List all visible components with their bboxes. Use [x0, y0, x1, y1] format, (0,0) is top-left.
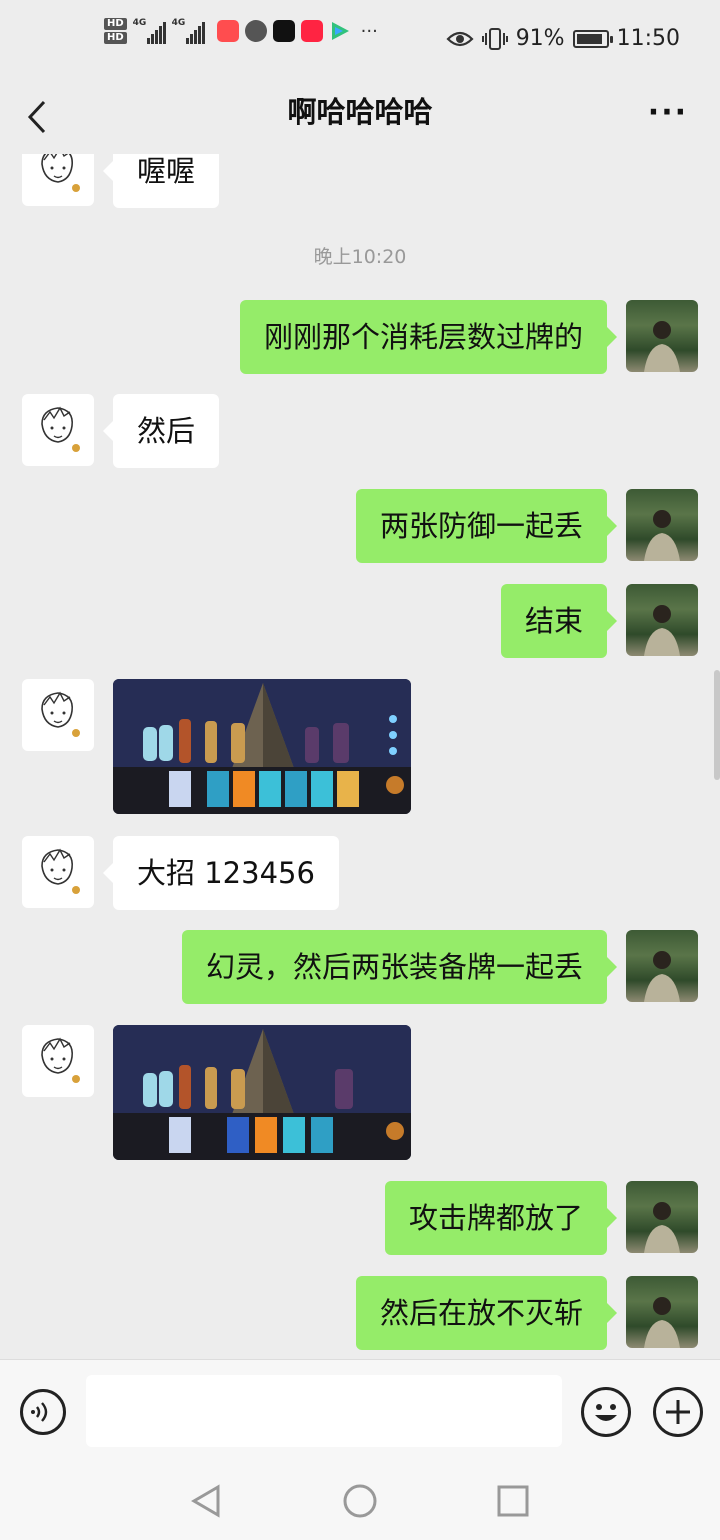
signal-1-icon: 4G	[133, 18, 166, 44]
system-back-icon[interactable]	[188, 1483, 224, 1519]
kuaishou-app-icon	[216, 20, 239, 42]
more-notifications-icon: ···	[360, 20, 378, 42]
aperture-app-icon	[244, 20, 267, 42]
eye-comfort-icon	[446, 31, 474, 46]
voice-input-button[interactable]	[20, 1389, 66, 1435]
hd-2-label: HD	[104, 32, 127, 44]
message-timestamp: 晚上10:20	[313, 246, 407, 268]
friend-avatar[interactable]	[22, 679, 94, 751]
system-navigation-bar	[0, 1459, 720, 1540]
cartoon-boy-icon	[41, 154, 80, 192]
cartoon-boy-icon	[41, 848, 80, 894]
message-bubble-outgoing[interactable]: 两张防御一起丢	[355, 489, 618, 563]
message-bubble-outgoing[interactable]: 刚刚那个消耗层数过牌的	[239, 300, 618, 374]
message-bubble-incoming[interactable]: 然后	[102, 394, 220, 468]
hd-indicator: HD HD	[104, 18, 127, 44]
cartoon-boy-icon	[41, 1037, 80, 1083]
network-1-label: 4G	[132, 18, 147, 28]
message-bubble-outgoing[interactable]: 结束	[500, 584, 618, 658]
my-avatar[interactable]	[626, 489, 698, 561]
my-avatar[interactable]	[626, 300, 698, 372]
xiaohongshu-app-icon	[300, 20, 323, 42]
friend-avatar[interactable]	[22, 1025, 94, 1097]
voice-wave-icon	[31, 1402, 48, 1422]
signal-2-icon: 4G	[172, 18, 205, 44]
my-avatar[interactable]	[626, 1276, 698, 1348]
message-bubble-incoming[interactable]: 大招 123456	[103, 836, 339, 910]
more-functions-button[interactable]	[653, 1387, 703, 1437]
emoji-button[interactable]	[581, 1387, 631, 1437]
chat-scrollbar[interactable]	[714, 670, 720, 780]
person-photo-icon	[644, 321, 680, 372]
kuaikandian-app-icon	[272, 20, 295, 42]
more-options-button[interactable]: ···	[648, 98, 688, 128]
cartoon-boy-icon	[41, 691, 80, 737]
battery-percent: 91%	[515, 26, 565, 51]
smiley-icon	[595, 1404, 617, 1421]
my-avatar[interactable]	[626, 584, 698, 656]
friend-avatar[interactable]	[22, 394, 94, 466]
message-bubble-incoming[interactable]: 喔喔	[102, 154, 220, 208]
game-screenshot-image[interactable]	[113, 679, 411, 814]
friend-avatar[interactable]	[22, 154, 94, 206]
cartoon-boy-icon	[41, 406, 80, 452]
system-home-icon[interactable]	[341, 1482, 379, 1520]
person-photo-icon	[644, 1297, 680, 1348]
person-photo-icon	[644, 510, 680, 561]
status-bar: HD HD 4G 4G ··· 91% 11:50	[0, 0, 720, 80]
network-2-label: 4G	[171, 18, 186, 28]
person-photo-icon	[644, 1202, 680, 1253]
message-input[interactable]	[86, 1375, 562, 1447]
game-screenshot-image[interactable]	[113, 1025, 411, 1160]
message-bubble-outgoing[interactable]: 攻击牌都放了	[384, 1181, 618, 1255]
battery-icon	[572, 29, 613, 48]
hd-1-label: HD	[104, 18, 127, 30]
friend-avatar[interactable]	[22, 836, 94, 908]
message-bubble-outgoing[interactable]: 幻灵，然后两张装备牌一起丢	[181, 930, 618, 1004]
chat-message-list[interactable]: 喔喔 晚上10:20 刚刚那个消耗层数过牌的 然后 两张防御一起丢 结束 大招 …	[0, 154, 720, 1359]
person-photo-icon	[644, 605, 680, 656]
tencent-video-app-icon	[329, 20, 351, 42]
my-avatar[interactable]	[626, 930, 698, 1002]
system-recents-icon[interactable]	[495, 1483, 531, 1519]
person-photo-icon	[644, 951, 680, 1002]
message-bubble-outgoing[interactable]: 然后在放不灭斩	[355, 1276, 618, 1350]
plus-icon	[666, 1400, 690, 1424]
page-title: 啊哈哈哈哈	[287, 95, 433, 129]
vibrate-icon	[481, 27, 508, 50]
clock: 11:50	[616, 26, 680, 51]
my-avatar[interactable]	[626, 1181, 698, 1253]
